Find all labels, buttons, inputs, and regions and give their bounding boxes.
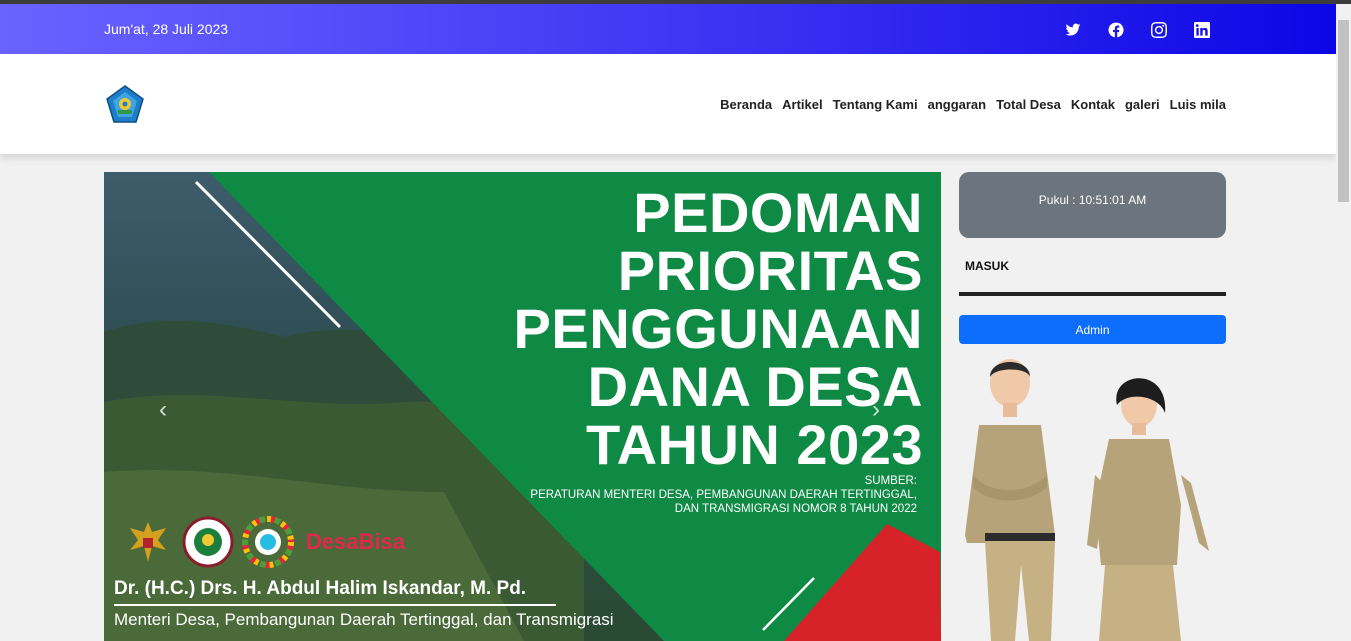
minister-divider [114, 604, 556, 606]
clock-card: Pukul : 10:51:01 AM [959, 172, 1226, 238]
nav-artikel[interactable]: Artikel [782, 97, 822, 112]
banner-logos: DesaBisa [122, 516, 405, 568]
nav-galeri[interactable]: galeri [1125, 97, 1160, 112]
minister-title: Menteri Desa, Pembangunan Daerah Terting… [114, 610, 614, 629]
top-bar: Jum'at, 28 Juli 2023 [0, 4, 1336, 54]
banner-headline: PEDOMAN PRIORITAS PENGGUNAAN DANA DESA T… [514, 184, 923, 474]
headline-line: PEDOMAN [633, 181, 923, 244]
carousel-prev-icon[interactable]: ‹ [159, 396, 167, 424]
banner-source: SUMBER: PERATURAN MENTERI DESA, PEMBANGU… [530, 474, 917, 516]
source-line: PERATURAN MENTERI DESA, PEMBANGUNAN DAER… [530, 489, 917, 501]
civil-servants-illustration [965, 359, 1209, 641]
facebook-icon[interactable] [1104, 18, 1128, 42]
minister-name: Dr. (H.C.) Drs. H. Abdul Halim Iskandar,… [114, 578, 527, 599]
kemendesa-logo-icon [182, 516, 234, 568]
desabisa-logo: DesaBisa [306, 529, 406, 554]
headline-line: DANA DESA [587, 355, 923, 418]
nav-anggaran[interactable]: anggaran [928, 97, 987, 112]
main-navbar: Beranda Artikel Tentang Kami anggaran To… [0, 54, 1336, 154]
admin-button[interactable]: Admin [959, 315, 1226, 344]
carousel-banner[interactable]: PEDOMAN PRIORITAS PENGGUNAAN DANA DESA T… [104, 172, 941, 641]
main-menu: Beranda Artikel Tentang Kami anggaran To… [720, 97, 1226, 112]
garuda-emblem-icon [130, 522, 166, 562]
source-line: DAN TRANSMIGRASI NOMOR 8 TAHUN 2022 [674, 503, 917, 515]
page: Jum'at, 28 Juli 2023 Beranda Artikel Ten… [0, 0, 1351, 641]
current-date: Jum'at, 28 Juli 2023 [104, 21, 229, 37]
nav-beranda[interactable]: Beranda [720, 97, 772, 112]
headline-line: TAHUN 2023 [586, 413, 923, 476]
social-links [1061, 18, 1214, 42]
twitter-icon[interactable] [1061, 18, 1085, 42]
nav-luis-mila[interactable]: Luis mila [1170, 97, 1226, 112]
instagram-icon[interactable] [1147, 18, 1171, 42]
nav-tentang-kami[interactable]: Tentang Kami [833, 97, 918, 112]
linkedin-icon[interactable] [1190, 18, 1214, 42]
source-label: SUMBER: [864, 475, 917, 487]
nav-kontak[interactable]: Kontak [1071, 97, 1115, 112]
headline-line: PENGGUNAAN [513, 297, 923, 360]
carousel-next-icon[interactable]: › [872, 396, 880, 424]
scrollbar-thumb[interactable] [1338, 20, 1349, 202]
login-divider [959, 292, 1226, 296]
headline-line: PRIORITAS [617, 239, 923, 302]
login-heading: MASUK [965, 259, 1009, 273]
village-logo-icon[interactable] [104, 84, 146, 126]
sdgs-wheel-icon [242, 516, 294, 568]
nav-total-desa[interactable]: Total Desa [996, 97, 1061, 112]
